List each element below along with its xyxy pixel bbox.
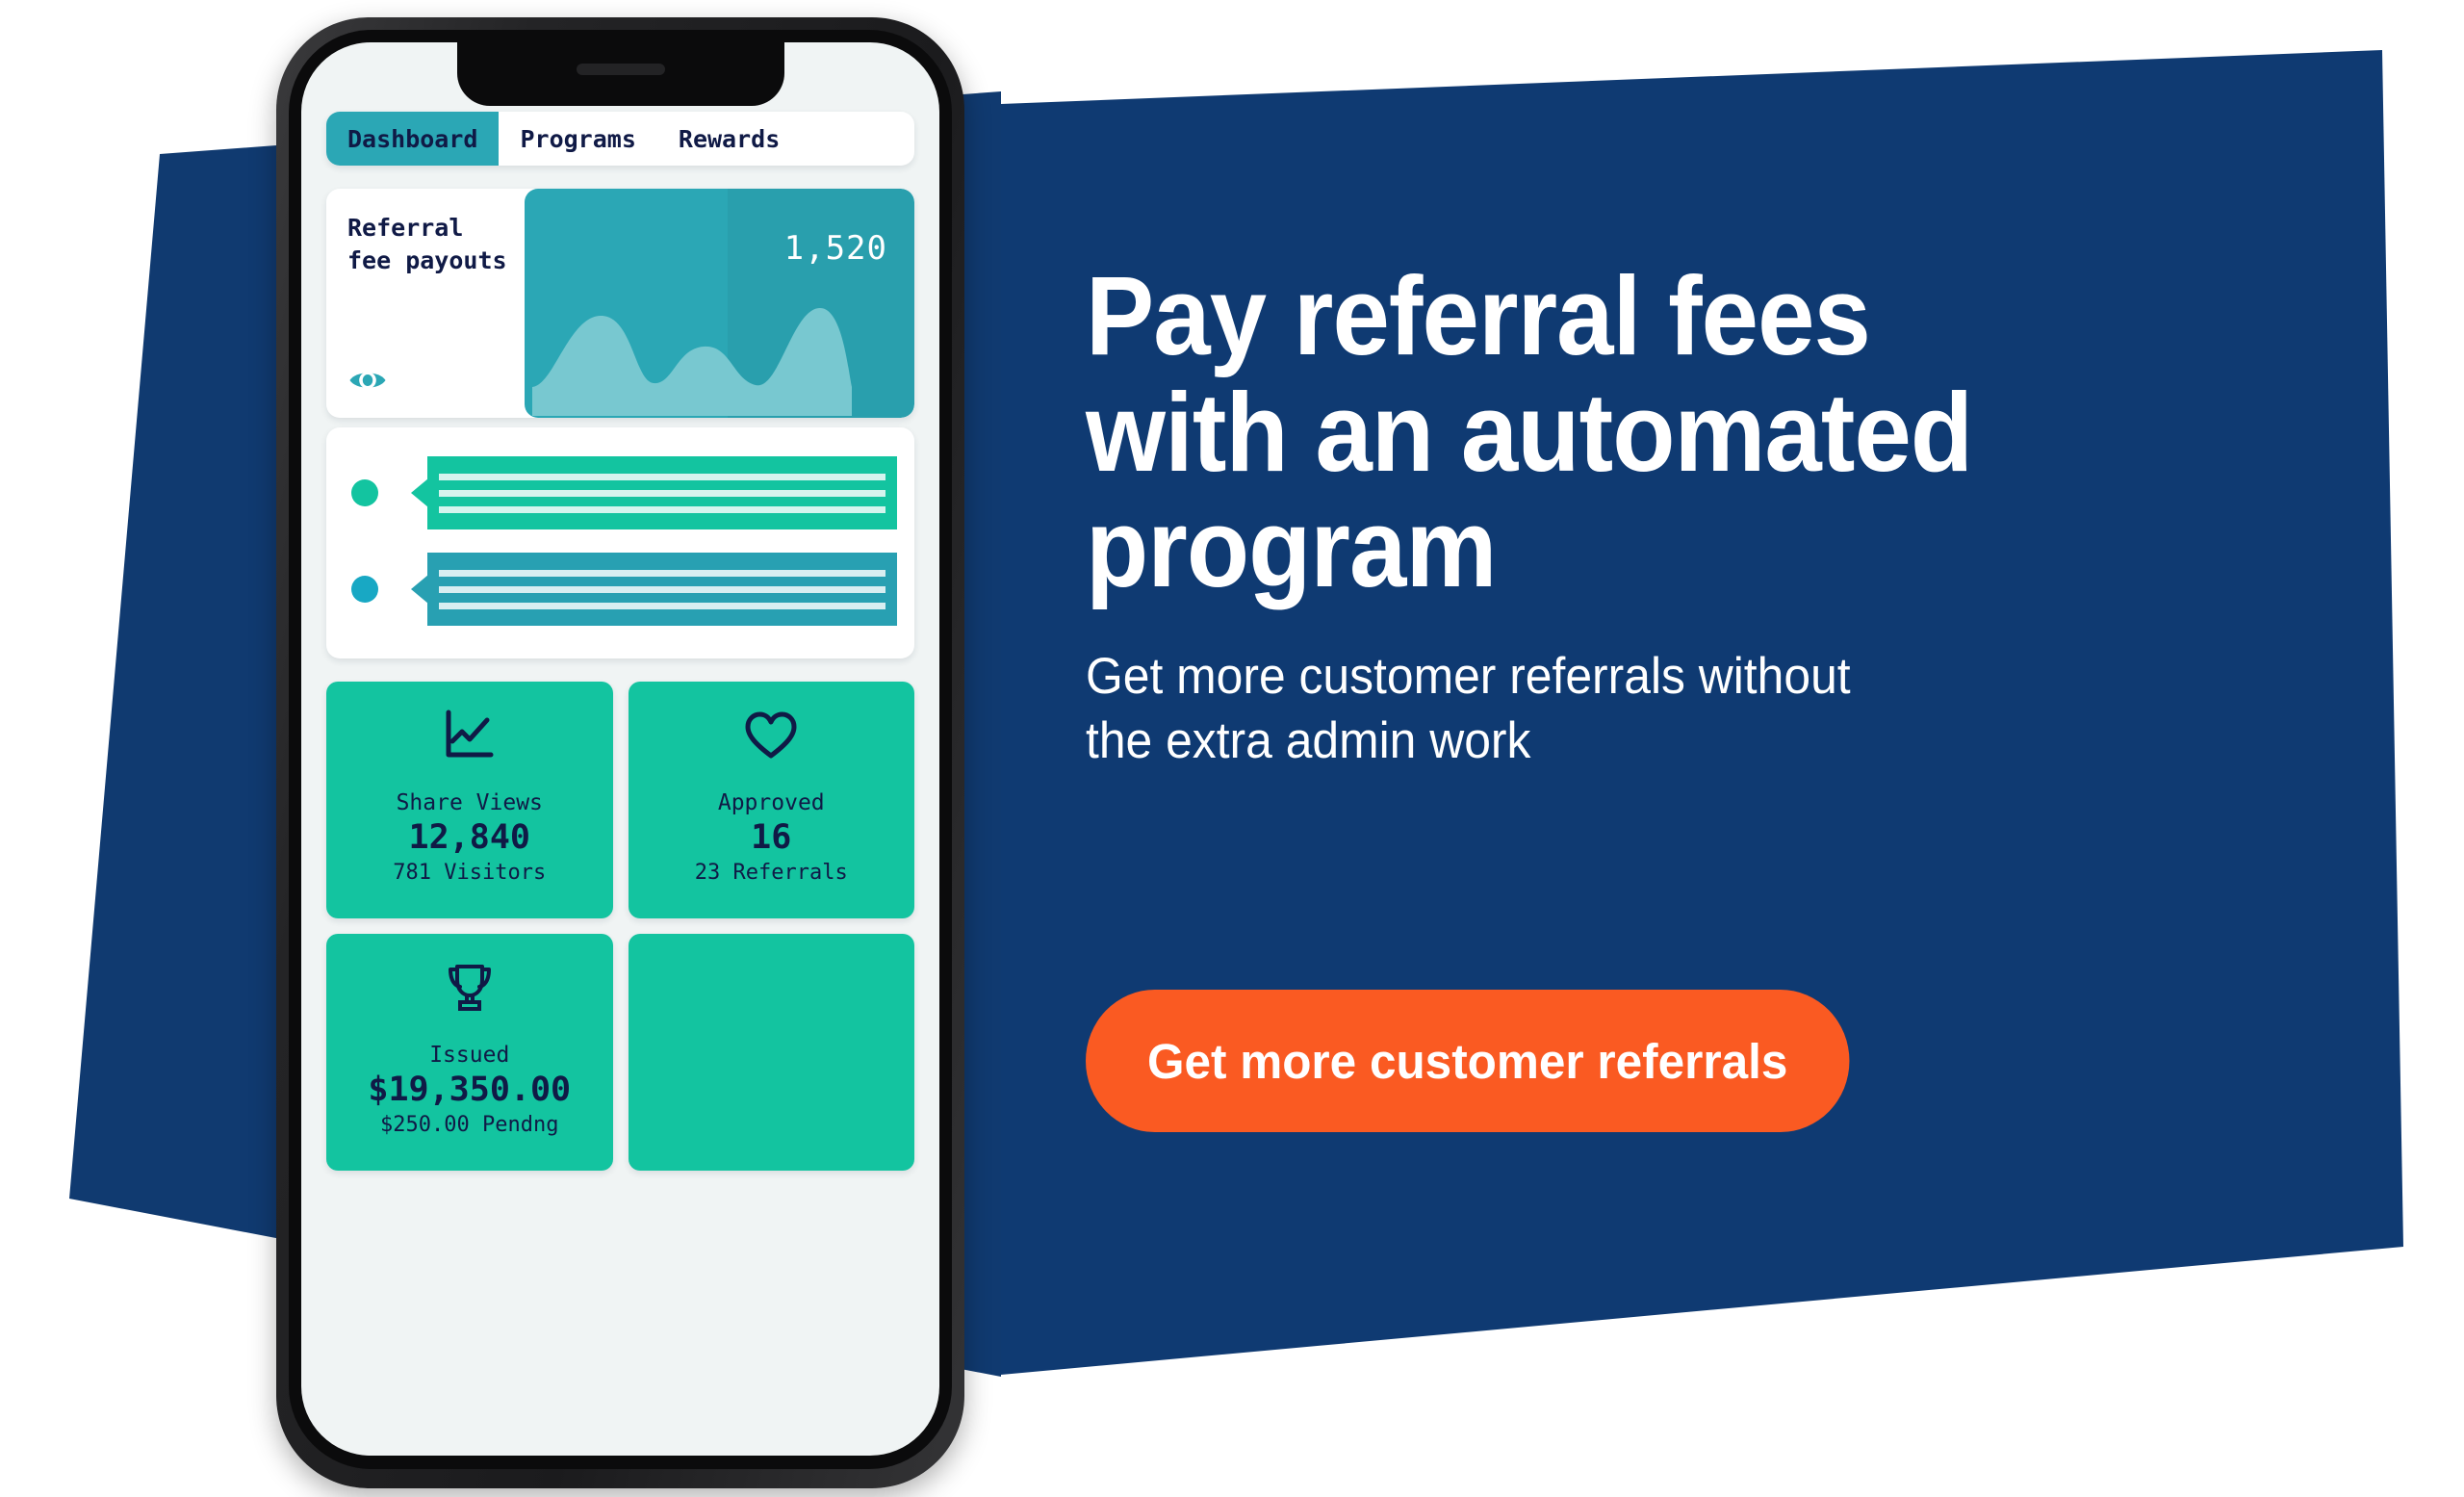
referral-dashboard-app: Dashboard Programs Rewards Referral fee …: [301, 42, 939, 1456]
stat-label: Share Views: [396, 790, 543, 816]
activity-bubble: [411, 553, 897, 626]
line-chart-icon: [446, 710, 494, 758]
stat-value: 16: [751, 818, 792, 858]
placeholder-line: [439, 473, 886, 480]
phone-screen: Dashboard Programs Rewards Referral fee …: [301, 42, 939, 1456]
list-item[interactable]: [326, 553, 914, 626]
placeholder-line: [439, 602, 886, 609]
tab-dashboard[interactable]: Dashboard: [326, 112, 500, 166]
tab-rewards[interactable]: Rewards: [657, 112, 801, 166]
payout-area-chart: [532, 307, 852, 416]
trophy-icon: [448, 965, 491, 1012]
stat-tile-grid: Share Views 12,840 781 Visitors Approved…: [326, 682, 914, 1171]
page-title: Pay referral fees with an automated prog…: [1086, 253, 1973, 611]
stat-value: 12,840: [408, 818, 530, 858]
bubble-tail-icon: [411, 478, 428, 507]
stat-sublabel: $250.00 Pendng: [380, 1112, 559, 1137]
payout-card-left: Referral fee payouts: [326, 189, 525, 418]
get-more-customer-referrals-button[interactable]: Get more customer referrals: [1086, 990, 1850, 1132]
marketing-copy: Pay referral fees with an automated prog…: [1086, 258, 2241, 773]
placeholder-line: [439, 489, 886, 497]
placeholder-line: [439, 505, 886, 513]
stat-label: Approved: [717, 790, 825, 816]
bubble-tail-icon: [411, 575, 428, 604]
stat-tile-approved[interactable]: Approved 16 23 Referrals: [628, 682, 914, 918]
phone-mockup: Dashboard Programs Rewards Referral fee …: [276, 17, 964, 1488]
tab-programs[interactable]: Programs: [499, 112, 656, 166]
activity-list: [326, 427, 914, 658]
placeholder-line: [439, 585, 886, 593]
eye-icon[interactable]: [347, 368, 388, 393]
payout-card-title: Referral fee payouts: [347, 214, 507, 274]
payout-chart-panel: 1,520: [525, 189, 914, 418]
placeholder-line: [439, 569, 886, 577]
stat-value: $19,350.00: [368, 1071, 572, 1110]
speaker-icon: [576, 64, 665, 75]
tab-bar: Dashboard Programs Rewards: [326, 112, 914, 166]
stat-tile-issued[interactable]: Issued $19,350.00 $250.00 Pendng: [326, 934, 613, 1171]
activity-bubble: [411, 456, 897, 529]
stat-tile-share-views[interactable]: Share Views 12,840 781 Visitors: [326, 682, 613, 918]
page-subtitle: Get more customer referrals without the …: [1086, 647, 1851, 769]
stat-label: Issued: [429, 1043, 510, 1069]
phone-notch: [456, 42, 784, 106]
status-dot: [351, 479, 378, 506]
promo-banner: Pay referral fees with an automated prog…: [0, 0, 2464, 1497]
payout-value: 1,520: [783, 229, 887, 268]
heart-icon: [745, 711, 797, 759]
list-item[interactable]: [326, 456, 914, 529]
referral-fee-payouts-card[interactable]: Referral fee payouts 1,520: [326, 189, 914, 418]
stat-sublabel: 781 Visitors: [393, 860, 547, 885]
stat-sublabel: 23 Referrals: [694, 860, 848, 885]
stat-tile-placeholder[interactable]: [628, 934, 914, 1171]
status-dot: [351, 576, 378, 603]
